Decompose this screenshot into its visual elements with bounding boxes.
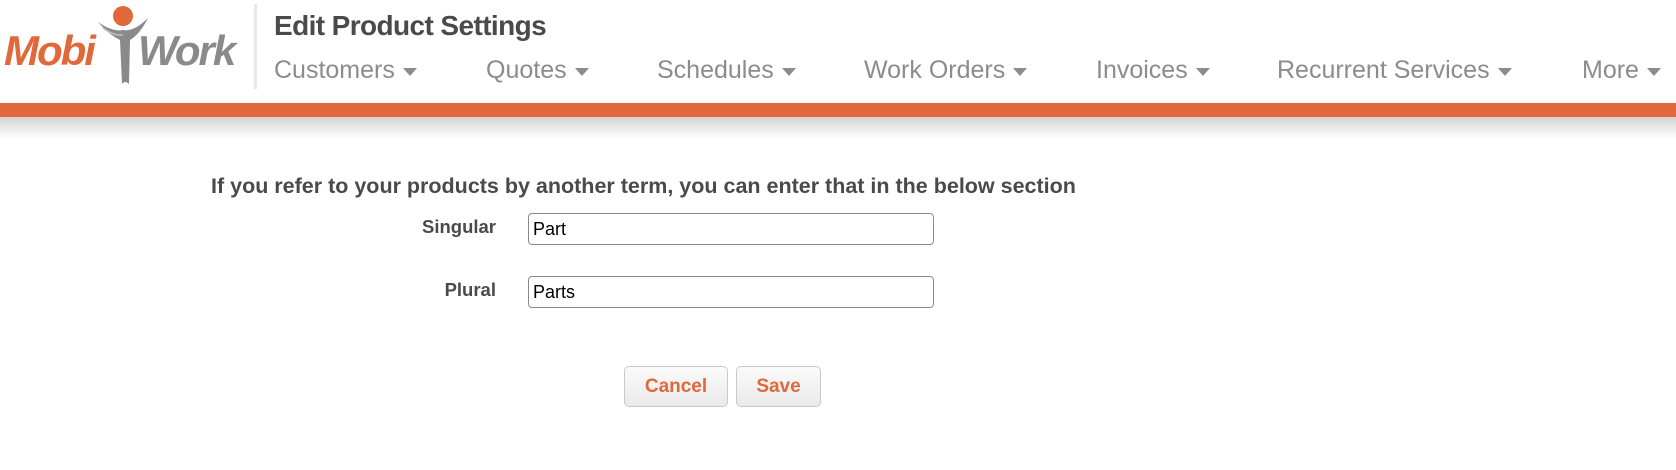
logo-text-work: Work — [138, 27, 238, 74]
nav-schedules-label: Schedules — [657, 56, 774, 84]
nav-recurrent-services-label: Recurrent Services — [1277, 56, 1490, 84]
nav-work-orders[interactable]: Work Orders — [864, 56, 1028, 85]
nav-recurrent-services[interactable]: Recurrent Services — [1277, 56, 1512, 85]
nav-schedules[interactable]: Schedules — [657, 56, 796, 85]
caret-down-icon — [1646, 67, 1661, 76]
caret-down-icon — [1497, 67, 1512, 76]
caret-down-icon — [1195, 67, 1210, 76]
nav-quotes[interactable]: Quotes — [486, 56, 589, 85]
header-accent-bar — [0, 103, 1676, 117]
form-intro-text: If you refer to your products by another… — [211, 174, 1076, 198]
header-divider — [254, 4, 257, 89]
nav-quotes-label: Quotes — [486, 56, 567, 84]
caret-down-icon — [574, 67, 589, 76]
save-button[interactable]: Save — [736, 366, 821, 407]
logo-head — [113, 6, 133, 26]
nav-more[interactable]: More — [1582, 56, 1661, 85]
logo-text-mobi: Mobi — [4, 27, 97, 74]
app-header: Mobi Work Edit Product Settings Customer… — [0, 0, 1676, 103]
nav-more-label: More — [1582, 56, 1639, 84]
cancel-button[interactable]: Cancel — [624, 366, 728, 407]
plural-label: Plural — [444, 279, 496, 300]
nav-customers-label: Customers — [274, 56, 395, 84]
caret-down-icon — [781, 67, 796, 76]
mobiwork-logo[interactable]: Mobi Work — [2, 2, 238, 86]
singular-input[interactable] — [528, 213, 934, 245]
nav-invoices[interactable]: Invoices — [1096, 56, 1210, 85]
page-title: Edit Product Settings — [274, 10, 547, 41]
nav-work-orders-label: Work Orders — [864, 56, 1006, 84]
caret-down-icon — [402, 67, 417, 76]
nav-invoices-label: Invoices — [1096, 56, 1188, 84]
singular-label: Singular — [421, 216, 496, 237]
caret-down-icon — [1013, 67, 1028, 76]
nav-customers[interactable]: Customers — [274, 56, 417, 85]
plural-input[interactable] — [528, 276, 934, 308]
header-shadow — [0, 117, 1676, 139]
